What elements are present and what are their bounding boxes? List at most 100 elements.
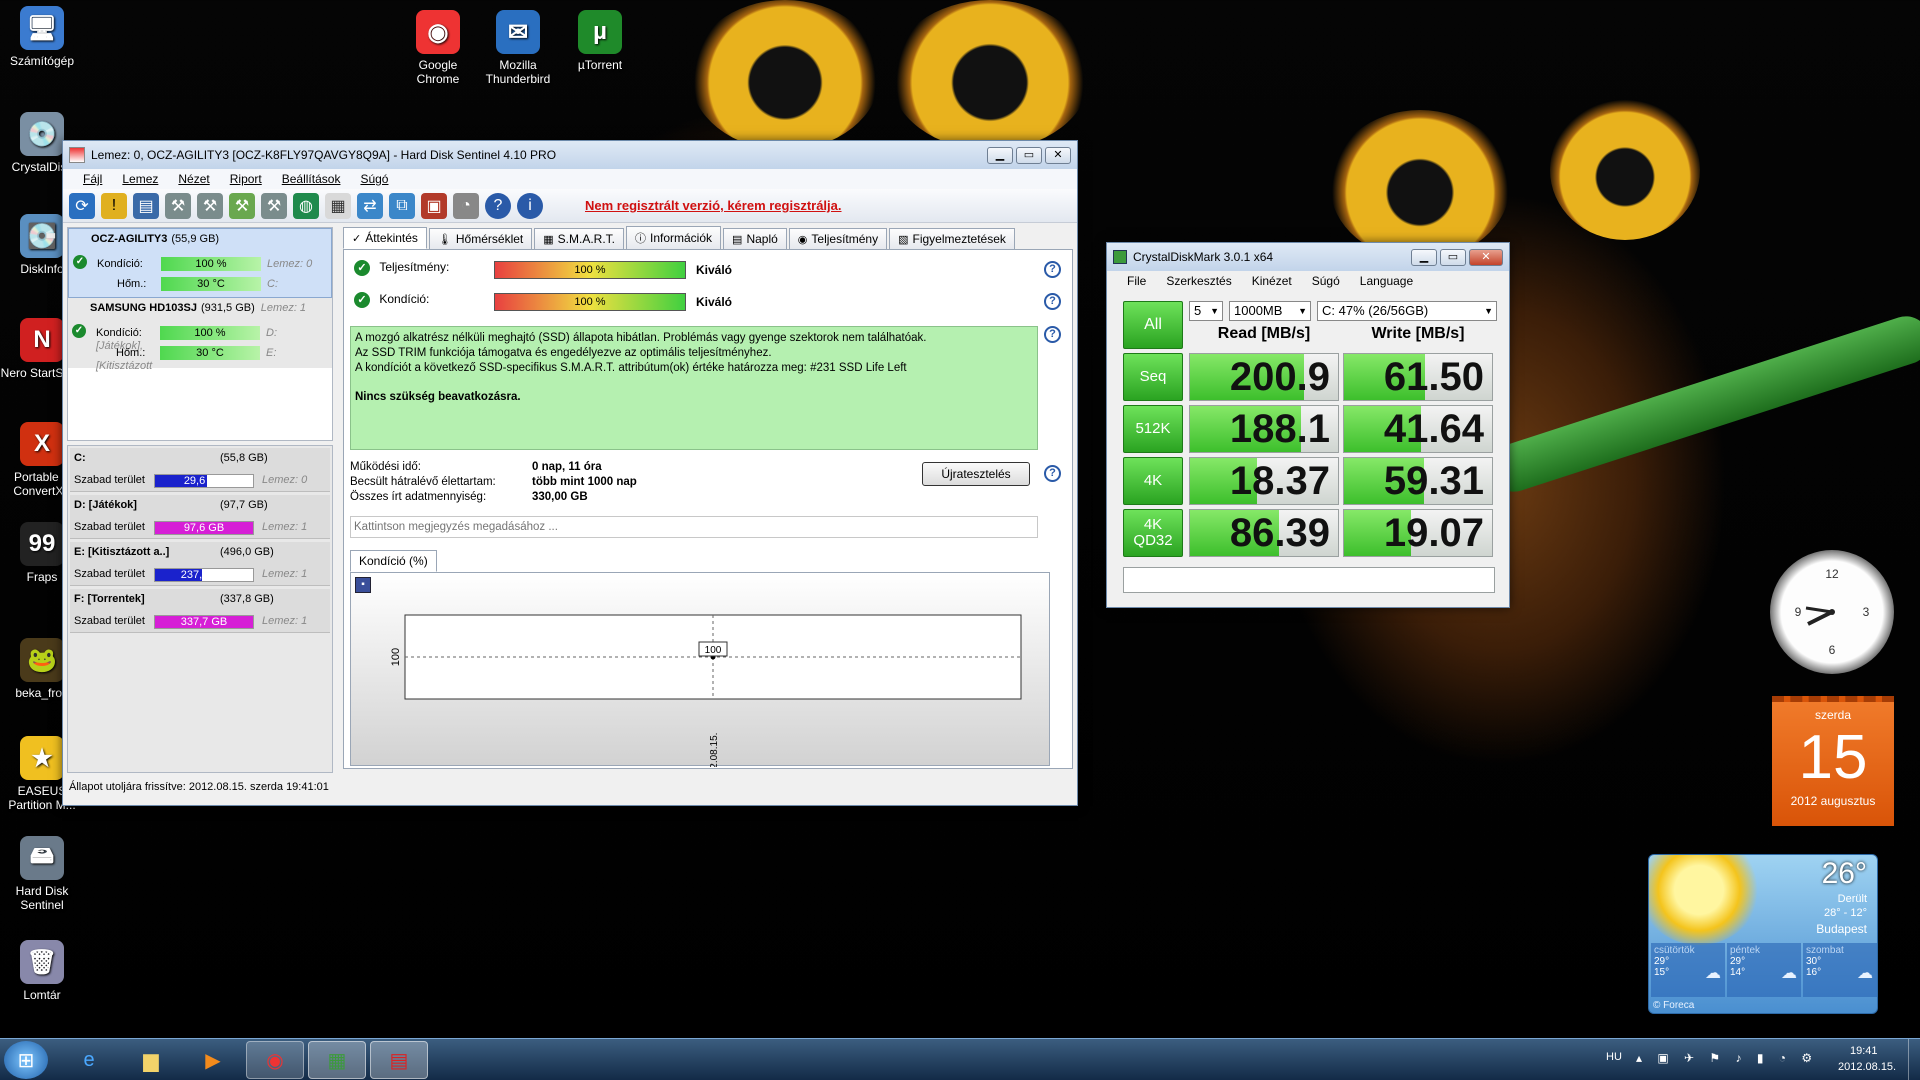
menu-item[interactable]: Súgó [1302,274,1350,288]
help-icon[interactable]: ? [1044,465,1061,482]
partition-disk: Lemez: 1 [262,521,308,533]
taskbar-explorer-icon[interactable]: ▆ [122,1041,180,1079]
disk-item[interactable]: SAMSUNG HD103SJ (931,5 GB) Lemez: 1 ✓ Kondíc… [68,298,332,372]
help-icon[interactable]: ? [1044,293,1061,310]
menu-item[interactable]: Fájl [73,172,112,186]
refresh-icon[interactable]: ⟳ [69,192,95,219]
test-button[interactable]: Seq [1123,353,1183,401]
tab-item[interactable]: 🌡 Hőmérséklet [428,228,533,249]
desktop-icon[interactable]: 🖥 Számítógép [0,6,84,68]
warning-icon[interactable]: ! [101,192,127,219]
close-button[interactable]: ✕ [1469,248,1503,266]
desktop-icon[interactable]: 🖴 Hard Disk Sentinel [0,836,84,912]
weather-source[interactable]: © Foreca [1653,1000,1694,1011]
disk-extra: C: [267,278,278,290]
clock-gadget[interactable]: 12 3 6 9 [1770,550,1894,674]
chevron-down-icon: ▼ [1210,306,1219,316]
desktop-icon[interactable]: ◉ Google Chrome [396,10,480,86]
drive-select[interactable]: C: 47% (26/56GB) ▼ [1317,301,1497,321]
disk-item[interactable]: OCZ-AGILITY3 (55,9 GB) ✓ Kondíció: 100 % Leme… [68,228,332,298]
globe-icon[interactable]: ◍ [293,192,319,219]
maximize-button[interactable]: ▭ [1440,248,1466,266]
tab-item[interactable]: ▦ S.M.A.R.T. [534,228,624,249]
desktop-icon[interactable]: 🗑 Lomtár [0,940,84,1002]
taskbar-crystaldiskmark-icon[interactable]: ▦ [308,1041,366,1079]
desktop-icon-glyph: N [20,318,64,362]
free-space-bar: 337,7 GB [154,615,254,629]
test-button[interactable]: 512K [1123,405,1183,453]
report-icon[interactable]: ▤ [133,192,159,219]
tab-item[interactable]: ◉ Teljesítmény [788,228,888,249]
write-result: 19.07 [1343,509,1493,557]
document-icon[interactable]: ▦ [325,192,351,219]
weather-gadget[interactable]: 26° Derült 28° - 12° Budapest csütörtök 2… [1648,854,1878,1014]
tray-date[interactable]: 2012.08.15. [1838,1061,1896,1073]
chart-tab[interactable]: Kondíció (%) [350,550,437,572]
menu-item[interactable]: Riport [220,172,272,186]
hds-titlebar[interactable]: Lemez: 0, OCZ-AGILITY3 [OCZ-K8FLY97QAVGY… [63,141,1077,169]
partition-item[interactable]: D: [Játékok] (97,7 GB) Szabad terület 97,6 … [70,495,330,539]
desktop-icon-label: Lomtár [23,988,61,1002]
taskbar-ie-icon[interactable]: e [60,1041,118,1079]
menu-item[interactable]: Nézet [168,172,219,186]
menu-item[interactable]: Beállítások [272,172,351,186]
register-notice[interactable]: Nem regisztrált verzió, kérem regisztrál… [585,198,842,213]
partition-item[interactable]: C: (55,8 GB) Szabad terület 29,6 GB Lemez: 0 [70,448,330,492]
note-input[interactable] [350,516,1038,538]
maximize-button[interactable]: ▭ [1016,146,1042,164]
comment-field[interactable] [1123,567,1495,593]
desktop-icon[interactable]: µ µTorrent [558,10,642,72]
taskbar-hard-disk-sentinel-icon[interactable]: ▤ [370,1041,428,1079]
speaker-icon[interactable]: ◔ [453,192,479,219]
minimize-button[interactable]: ▁ [1411,248,1437,266]
show-desktop-button[interactable] [1908,1039,1920,1080]
disk-tool-icon[interactable]: ⚒ [229,192,255,219]
taskbar-chrome-icon[interactable]: ◉ [246,1041,304,1079]
menu-item[interactable]: Kinézet [1242,274,1302,288]
tab-item[interactable]: ▧ Figyelmeztetések [889,228,1015,249]
read-value: 200.9 [1229,355,1330,399]
language-indicator[interactable]: HU [1606,1051,1622,1063]
tab-item[interactable]: ✓ Áttekintés [343,227,427,249]
disk-tool-icon[interactable]: ⚒ [197,192,223,219]
network-icon[interactable]: ⧉ [389,192,415,219]
desktop-icon[interactable]: ✉ Mozilla Thunderbird [476,10,560,86]
calendar-gadget[interactable]: szerda 15 2012 augusztus [1772,696,1894,826]
tab-label: Hőmérséklet [455,232,524,246]
menu-item[interactable]: Szerkesztés [1156,274,1241,288]
size-select[interactable]: 1000MB ▼ [1229,301,1311,321]
monitor-icon[interactable]: ▣ [421,192,447,219]
disk-tool-icon[interactable]: ⚒ [165,192,191,219]
test-button[interactable]: 4K [1123,457,1183,505]
partition-item[interactable]: F: [Torrentek] (337,8 GB) Szabad terület 33… [70,589,330,633]
info-icon[interactable]: i [517,192,543,219]
desktop-icon-label: Hard Disk Sentinel [15,884,69,912]
help-icon[interactable]: ? [1044,261,1061,278]
disk-tool-icon[interactable]: ⚒ [261,192,287,219]
start-button[interactable]: ⊞ [4,1041,48,1079]
menu-item[interactable]: Lemez [112,172,168,186]
tab-item[interactable]: ▤ Napló [723,228,787,249]
menu-item[interactable]: File [1117,274,1156,288]
temp-label: Hőm.: [116,347,146,359]
cdm-titlebar[interactable]: CrystalDiskMark 3.0.1 x64 ▁ ▭ ✕ [1107,243,1509,271]
minimize-button[interactable]: ▁ [987,146,1013,164]
info-line: A kondíciót a következő SSD-specifikus S… [355,362,907,374]
retest-button[interactable]: Újratesztelés [922,462,1030,486]
sync-icon[interactable]: ⇄ [357,192,383,219]
menu-item[interactable]: Súgó [350,172,398,186]
tab-item[interactable]: ⓘ Információk [626,226,722,249]
count-select[interactable]: 5 ▼ [1189,301,1223,321]
tray-icons[interactable]: ▴ ▣ ✈ ⚑ ♪ ▮ ◔ ⚙ [1636,1051,1818,1065]
all-button[interactable]: All [1123,301,1183,349]
disk-size: (931,5 GB) [200,302,255,314]
tray-time[interactable]: 19:41 [1850,1045,1878,1057]
disk-list: OCZ-AGILITY3 (55,9 GB) ✓ Kondíció: 100 % Leme… [67,227,333,441]
partition-item[interactable]: E: [Kitisztázott a..] (496,0 GB) Szabad te… [70,542,330,586]
taskbar-media-player-icon[interactable]: ▶ [184,1041,242,1079]
test-button[interactable]: 4K QD32 [1123,509,1183,557]
menu-item[interactable]: Language [1350,274,1423,288]
help-icon[interactable]: ? [1044,326,1061,343]
help-icon[interactable]: ? [485,192,511,219]
close-button[interactable]: ✕ [1045,146,1071,164]
